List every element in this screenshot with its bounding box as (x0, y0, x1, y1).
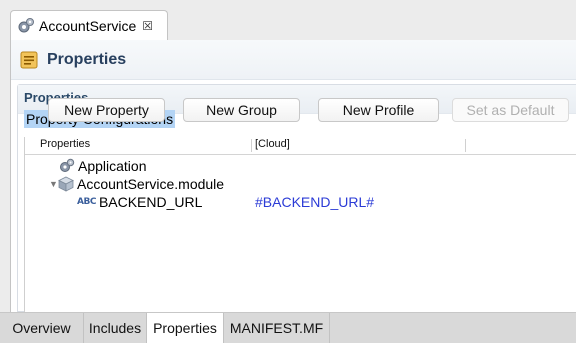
module-cube-icon (58, 176, 74, 192)
new-property-button[interactable]: New Property (48, 98, 165, 122)
tab-manifest[interactable]: MANIFEST.MF (224, 313, 330, 343)
property-value[interactable]: #BACKEND_URL# (255, 194, 374, 210)
new-group-button[interactable]: New Group (183, 98, 300, 122)
tree-row-label: Application (78, 158, 147, 174)
gears-icon (60, 158, 75, 172)
properties-icon (20, 51, 38, 68)
column-separator[interactable] (465, 139, 466, 152)
tree-row-label: AccountService.module (77, 176, 225, 192)
editor-tab-bar: AccountService ☒ (0, 0, 576, 40)
tab-includes[interactable]: Includes (84, 313, 147, 343)
close-icon[interactable]: ☒ (142, 19, 153, 33)
tab-properties[interactable]: Properties (147, 313, 224, 343)
tree-row-backend-url[interactable]: ABC BACKEND_URL (77, 193, 202, 211)
tree-row-module[interactable]: AccountService.module (58, 175, 224, 193)
tab-overview[interactable]: Overview (0, 313, 84, 343)
tree-header: Properties [Cloud] (25, 137, 576, 155)
gears-icon (18, 17, 34, 32)
new-profile-button[interactable]: New Profile (318, 98, 439, 122)
properties-tree[interactable]: Properties [Cloud] Application ▼ Account… (24, 137, 576, 312)
column-separator[interactable] (251, 139, 252, 152)
expand-triangle-icon[interactable]: ▼ (49, 179, 58, 189)
tree-row-application[interactable]: Application (59, 157, 147, 175)
editor-tab-label: AccountService (39, 17, 137, 34)
set-as-default-button: Set as Default (452, 98, 569, 122)
column-header-cloud[interactable]: [Cloud] (255, 138, 290, 150)
form-header: Properties (11, 40, 576, 80)
page-title: Properties (47, 50, 127, 68)
abc-text-icon: ABC (77, 197, 96, 207)
page-tab-bar: Overview Includes Properties MANIFEST.MF (0, 312, 576, 343)
tree-row-label: BACKEND_URL (98, 194, 203, 210)
column-header-properties[interactable]: Properties (40, 138, 90, 150)
editor-tab-accountservice[interactable]: AccountService ☒ (10, 10, 168, 40)
